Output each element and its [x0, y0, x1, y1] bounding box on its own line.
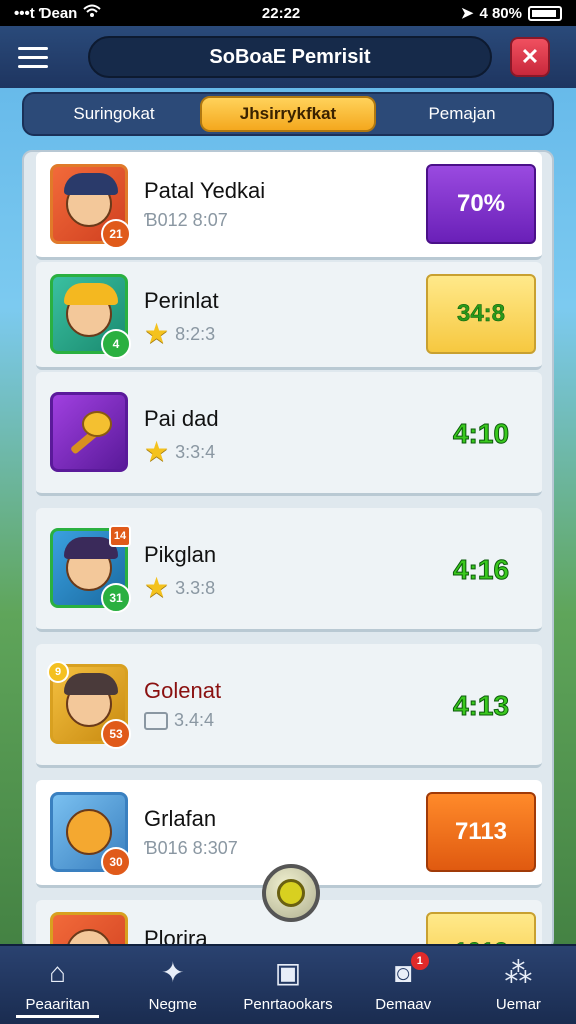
menu-icon [18, 46, 48, 50]
avatar: 30 [50, 792, 131, 877]
avatar: 9 53 [47, 661, 131, 749]
list-item[interactable]: 14 31 Pikglan ★ 3.3:8 4:16 [36, 508, 542, 632]
list-item[interactable]: 4 Perinlat ★ 8:2:3 34:8 [36, 262, 542, 370]
score-value: 4:16 [452, 554, 510, 586]
menu-button[interactable] [14, 37, 58, 77]
shop-icon: ▣ [274, 957, 302, 988]
tab-pemajan[interactable]: Pemajan [376, 96, 548, 132]
item-icon [50, 392, 128, 472]
hammer-icon [71, 411, 112, 454]
close-icon: ✕ [520, 44, 540, 69]
nav-item-shop[interactable]: ▣ Penrtaookars [230, 946, 345, 1024]
nav-item-camera[interactable]: ◙ 1 Demaav [346, 946, 461, 1024]
player-name: Patal Yedkai [144, 178, 266, 203]
player-meta: ★ 8:2:3 [144, 318, 216, 349]
star-icon: ★ [144, 318, 170, 349]
battery-label: 4 80% [479, 4, 522, 22]
bottom-navigation: ⌂ Peaaritan ✦ Negme ▣ Penrtaookars ◙ 1 D… [0, 944, 576, 1024]
ticket-icon [144, 711, 168, 730]
player-name: Pai dad [144, 406, 219, 431]
score-badge: 34:8 [426, 274, 536, 354]
group-icon: ⁂ [504, 957, 533, 988]
app-header: SoBoaE Pemrisit ✕ [0, 26, 576, 88]
player-name: Grlafan [144, 806, 217, 831]
avatar: 21 [50, 164, 131, 249]
battery-icon [527, 5, 562, 21]
notification-badge: 1 [410, 952, 429, 970]
level-badge: 53 [101, 719, 131, 749]
floating-action-button[interactable] [262, 864, 320, 922]
score-badge: 7113 [426, 792, 536, 872]
coin-icon [277, 879, 305, 907]
status-bar: •••t Ɗean 22:22 ➤ 4 80% [0, 0, 576, 26]
list-item[interactable]: Pai dad ★ 3:3:4 4:10 [36, 372, 542, 496]
location-icon: ➤ [460, 5, 474, 22]
avatar: 14 31 [50, 525, 131, 613]
rank-badge: 14 [109, 525, 131, 547]
player-name: Golenat [144, 678, 222, 703]
player-meta: Ɓ016 8:307 [144, 838, 238, 858]
score-value: 4:10 [452, 418, 510, 450]
level-badge: 4 [101, 329, 131, 359]
player-meta: ★ 3.3:8 [144, 572, 216, 603]
list-item[interactable]: 9 53 Golenat 3.4:4 4:13 [36, 644, 542, 768]
tab-jhsirrykfkat[interactable]: Jhsirrykfkat [200, 96, 376, 132]
score-badge: 70% [426, 164, 536, 244]
puzzle-icon: ✦ [161, 957, 185, 988]
wifi-icon [83, 4, 101, 22]
level-badge: 21 [101, 219, 131, 249]
star-icon: ★ [144, 436, 170, 467]
nav-item-group[interactable]: ⁂ Uemar [461, 946, 576, 1024]
page-title: SoBoaE Pemrisit [88, 36, 492, 78]
clock: 22:22 [261, 4, 301, 22]
level-badge: 31 [101, 583, 131, 613]
tab-bar: Suringokat Jhsirrykfkat Pemajan [22, 92, 554, 136]
tab-suringokat[interactable]: Suringokat [28, 96, 200, 132]
player-meta: Ɓ012 8:07 [144, 210, 228, 230]
carrier-label: •••t Ɗean [14, 4, 78, 22]
player-meta: ★ 3:3:4 [144, 436, 216, 467]
rank-badge: 9 [47, 661, 69, 683]
list-item[interactable]: 21 Patal Yedkai Ɓ012 8:07 70% [36, 152, 542, 260]
player-meta: 3.4:4 [144, 710, 214, 731]
level-badge: 30 [101, 847, 131, 877]
avatar: 4 [50, 274, 131, 359]
nav-item-home[interactable]: ⌂ Peaaritan [0, 946, 115, 1024]
player-name: Perinlat [144, 288, 219, 313]
close-button[interactable]: ✕ [510, 37, 550, 77]
home-icon: ⌂ [49, 956, 67, 988]
star-icon: ★ [144, 572, 170, 603]
player-name: Pikglan [144, 542, 217, 567]
nav-item-puzzle[interactable]: ✦ Negme [115, 946, 230, 1024]
score-value: 4:13 [452, 690, 510, 722]
leaderboard-list: 21 Patal Yedkai Ɓ012 8:07 70% 4 Perinlat… [22, 150, 554, 950]
